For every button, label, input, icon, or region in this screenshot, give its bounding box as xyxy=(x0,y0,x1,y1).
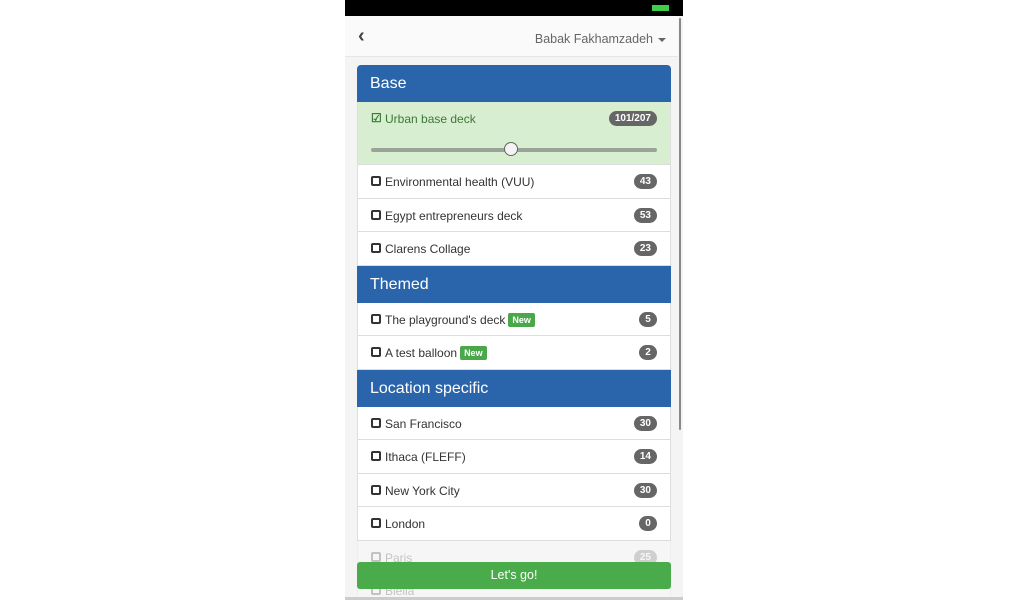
deck-label: New York City xyxy=(385,483,460,498)
deck-label-wrap: The playground's deck New xyxy=(385,312,535,327)
deck-label: The playground's deck xyxy=(385,312,506,327)
phone-screen: ‹ Babak Fakhamzadeh Base ☑ Urban base dec… xyxy=(345,0,683,600)
scrollbar[interactable] xyxy=(679,18,681,430)
count-badge: 30 xyxy=(633,415,657,431)
deck-label: San Francisco xyxy=(385,416,462,431)
deck-label: Environmental health (VUU) xyxy=(385,175,535,189)
deck-label: London xyxy=(385,517,426,531)
deck-label-wrap: London xyxy=(385,517,425,531)
deck-item[interactable]: Egypt entrepreneurs deck 53 xyxy=(357,198,671,232)
checkbox-icon[interactable] xyxy=(371,551,381,562)
deck-label-wrap: Ithaca (FLEFF) xyxy=(385,450,466,464)
deck-label: Urban base deck xyxy=(385,112,476,126)
count-badge: 14 xyxy=(633,449,657,464)
deck-item[interactable]: Ithaca (FLEFF) 14 xyxy=(357,440,671,474)
count-badge: 0 xyxy=(639,516,657,531)
checkbox-icon[interactable] xyxy=(371,347,381,357)
checkbox-icon[interactable] xyxy=(371,209,381,220)
top-bar: ‹ Babak Fakhamzadeh xyxy=(345,16,678,57)
deck-item[interactable]: ☑ Urban base deck 101/207 xyxy=(357,102,671,165)
deck-item[interactable]: A test balloon New 2 xyxy=(357,336,671,370)
deck-label: A test balloon xyxy=(385,346,458,360)
checkbox-icon[interactable] xyxy=(371,417,381,428)
deck-size-slider[interactable] xyxy=(371,142,657,156)
checkbox-icon[interactable] xyxy=(371,176,381,186)
deck-label: Clarens Collage xyxy=(385,242,471,256)
deck-label-wrap: Environmental health (VUU) xyxy=(385,175,534,189)
count-badge: 101/207 xyxy=(608,111,657,126)
slider-handle[interactable] xyxy=(504,142,519,156)
new-badge: New xyxy=(460,346,487,360)
new-badge: New xyxy=(508,312,535,327)
count-badge: 23 xyxy=(633,241,657,256)
battery-icon xyxy=(652,5,669,11)
section-header: Themed xyxy=(357,265,671,303)
deck-list: Base ☑ Urban base deck 101/207 Environmen… xyxy=(357,65,671,600)
checked-checkbox-icon[interactable]: ☑ xyxy=(371,111,382,125)
checkbox-icon[interactable] xyxy=(371,243,381,253)
deck-label-wrap: New York City xyxy=(385,484,460,498)
lets-go-button[interactable]: Let's go! xyxy=(357,562,671,589)
deck-item[interactable]: The playground's deck New 5 xyxy=(357,302,671,336)
checkbox-icon[interactable] xyxy=(371,451,381,461)
caret-down-icon xyxy=(658,37,666,42)
count-badge: 2 xyxy=(639,345,657,360)
deck-label: Egypt entrepreneurs deck xyxy=(385,208,523,223)
deck-label-wrap: Egypt entrepreneurs deck xyxy=(385,209,522,223)
deck-item[interactable]: Clarens Collage 23 xyxy=(357,232,671,266)
checkbox-icon[interactable] xyxy=(371,484,381,495)
count-badge: 5 xyxy=(639,311,657,327)
user-name: Babak Fakhamzadeh xyxy=(534,32,653,46)
count-badge: 53 xyxy=(633,207,657,223)
checkbox-icon[interactable] xyxy=(371,518,381,528)
status-bar xyxy=(345,0,683,16)
section-header: Base xyxy=(357,65,671,102)
deck-item[interactable]: New York City 30 xyxy=(357,473,671,507)
section-header: Location specific xyxy=(357,369,671,407)
deck-item[interactable]: San Francisco 30 xyxy=(357,406,671,440)
deck-item[interactable]: London 0 xyxy=(357,507,671,541)
deck-item[interactable]: Environmental health (VUU) 43 xyxy=(357,165,671,199)
count-badge: 43 xyxy=(633,174,657,189)
checkbox-icon[interactable] xyxy=(371,313,381,324)
count-badge: 30 xyxy=(633,482,657,498)
deck-label-wrap: Clarens Collage xyxy=(385,242,470,256)
chevron-left-icon[interactable]: ‹ xyxy=(358,25,365,48)
deck-label: Ithaca (FLEFF) xyxy=(385,450,466,464)
user-menu[interactable]: Babak Fakhamzadeh xyxy=(535,32,666,46)
deck-label-wrap: A test balloon New xyxy=(385,346,487,360)
deck-label-wrap: San Francisco xyxy=(385,417,462,431)
